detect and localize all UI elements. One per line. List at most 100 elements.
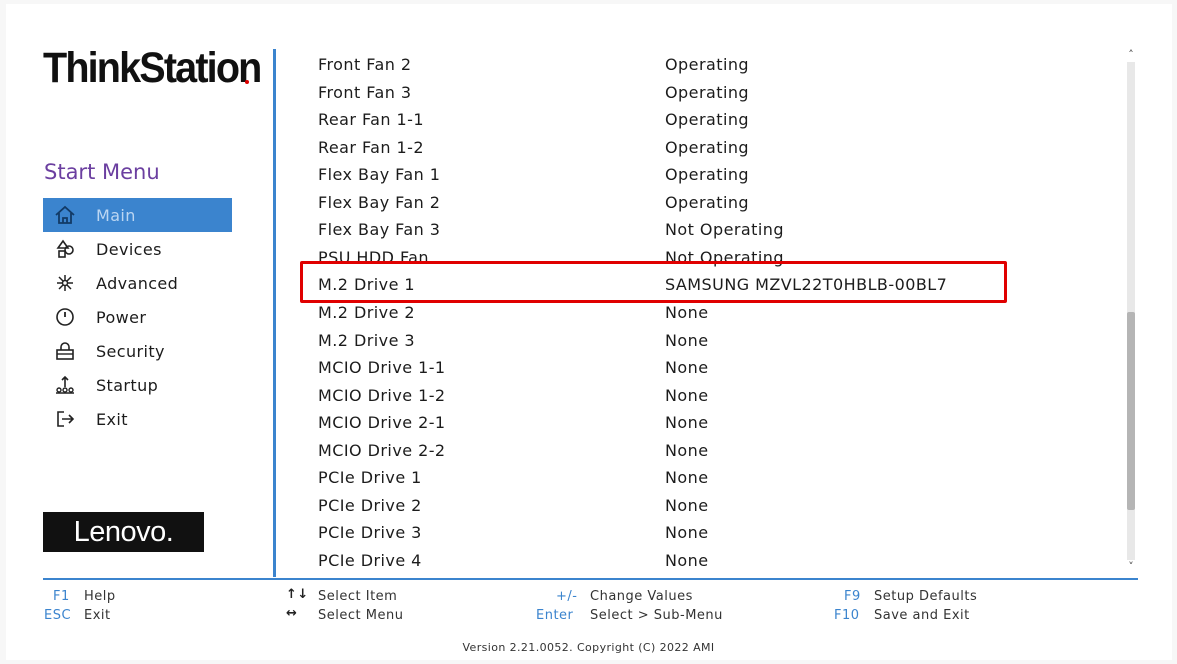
arrows-leftright-icon: ↔ [286, 606, 298, 621]
enter-key: Enter [536, 608, 574, 623]
sidebar-item-label: Power [96, 307, 147, 327]
submenu-label: Select > Sub-Menu [590, 608, 723, 623]
sidebar-item-advanced[interactable]: Advanced [43, 266, 232, 300]
setting-value: Operating [665, 192, 750, 212]
setting-label: MCIO Drive 2-1 [318, 413, 446, 433]
home-icon [52, 204, 78, 226]
setting-value: None [665, 302, 709, 322]
setting-label: Front Fan 2 [318, 55, 412, 74]
setting-label: MCIO Drive 1-2 [318, 385, 446, 405]
setting-row[interactable]: PCIe Drive 1 None [318, 464, 1118, 491]
setting-label: PCIe Drive 4 [318, 550, 422, 570]
setting-value: None [665, 523, 709, 543]
setting-label: PCIe Drive 1 [318, 468, 422, 488]
setting-row[interactable]: PCIe Drive 2 None [318, 492, 1118, 519]
setting-value: None [665, 495, 709, 515]
sidebar-item-label: Startup [96, 375, 159, 395]
setting-value: Operating [665, 55, 750, 74]
setting-label: M.2 Drive 2 [318, 302, 416, 322]
setting-value: None [665, 468, 709, 488]
setting-label: M.2 Drive 1 [318, 275, 416, 295]
sidebar-item-startup[interactable]: Startup [43, 368, 232, 402]
setting-row[interactable]: M.2 Drive 1 SAMSUNG MZVL22T0HBLB-00BL7 [318, 271, 1118, 298]
sidebar-item-main[interactable]: Main [43, 198, 232, 232]
setting-value: None [665, 330, 709, 350]
setting-row[interactable]: PCIe Drive 4 None [318, 547, 1118, 574]
f10-key: F10 [834, 608, 860, 623]
setting-value: None [665, 440, 709, 460]
advanced-icon [52, 272, 78, 294]
setting-value: SAMSUNG MZVL22T0HBLB-00BL7 [665, 275, 948, 295]
setting-label: MCIO Drive 2-2 [318, 440, 446, 460]
startup-icon [52, 374, 78, 396]
select-item-label: Select Item [318, 589, 398, 604]
setting-label: PSU HDD Fan [318, 247, 429, 267]
setting-label: Rear Fan 1-2 [318, 137, 425, 157]
scrollbar[interactable]: ˄ ˅ [1124, 48, 1138, 574]
sidebar-item-label: Main [96, 205, 136, 225]
exit-icon [52, 408, 78, 430]
setting-row[interactable]: MCIO Drive 1-1 None [318, 354, 1118, 381]
setting-value: Operating [665, 110, 750, 130]
thinkstation-logo: ThinkStation [43, 44, 262, 92]
setting-row[interactable]: MCIO Drive 1-2 None [318, 382, 1118, 409]
setting-label: Front Fan 3 [318, 82, 412, 102]
setting-value: Operating [665, 137, 750, 157]
setting-row[interactable]: Flex Bay Fan 2 Operating [318, 189, 1118, 216]
setup-defaults-label: Setup Defaults [874, 589, 978, 604]
version-text: Version 2.21.0052. Copyright (C) 2022 AM… [462, 641, 715, 654]
change-key: +/- [556, 589, 578, 604]
sidebar-item-label: Exit [96, 409, 128, 429]
help-label: Help [84, 589, 116, 604]
sidebar-item-devices[interactable]: Devices [43, 232, 232, 266]
setting-row[interactable]: M.2 Drive 3 None [318, 327, 1118, 354]
setting-value: None [665, 550, 709, 570]
setting-value: Not Operating [665, 247, 784, 267]
logo-dot [245, 80, 249, 84]
sidebar-item-label: Advanced [96, 273, 179, 293]
power-icon [52, 306, 78, 328]
scroll-down-icon[interactable]: ˅ [1124, 560, 1138, 574]
setting-value: None [665, 358, 709, 378]
footer-divider [43, 578, 1138, 580]
esc-label: Exit [84, 608, 111, 623]
setting-row[interactable]: PCIe Drive 3 None [318, 519, 1118, 546]
setting-row[interactable]: MCIO Drive 2-1 None [318, 409, 1118, 436]
setting-row[interactable]: PSU HDD Fan Not Operating [318, 244, 1118, 271]
setting-row[interactable]: Flex Bay Fan 3 Not Operating [318, 216, 1118, 243]
select-menu-label: Select Menu [318, 608, 404, 623]
setting-row[interactable]: Flex Bay Fan 1 Operating [318, 161, 1118, 188]
setting-label: PCIe Drive 2 [318, 495, 422, 515]
settings-list: Front Fan 2 Operating Front Fan 3 Operating… [318, 51, 1118, 575]
setting-row[interactable]: Rear Fan 1-2 Operating [318, 134, 1118, 161]
sidebar-nav: Main Devices Advanced Power Security Sta… [43, 198, 232, 436]
setting-value: Operating [665, 82, 750, 102]
scroll-thumb[interactable] [1127, 312, 1135, 510]
setting-row[interactable]: Front Fan 2 Operating [318, 51, 1118, 78]
setting-label: PCIe Drive 3 [318, 523, 422, 543]
setting-row[interactable]: Front Fan 3 Operating [318, 79, 1118, 106]
setting-label: M.2 Drive 3 [318, 330, 416, 350]
setting-label: Rear Fan 1-1 [318, 110, 425, 130]
change-values-label: Change Values [590, 589, 693, 604]
vertical-divider [273, 49, 276, 577]
setting-row[interactable]: Rear Fan 1-1 Operating [318, 106, 1118, 133]
scroll-up-icon[interactable]: ˄ [1124, 48, 1138, 62]
lenovo-logo: Lenovo. [43, 512, 204, 552]
sidebar-item-label: Security [96, 341, 165, 361]
sidebar-item-security[interactable]: Security [43, 334, 232, 368]
setting-value: None [665, 413, 709, 433]
sidebar-item-power[interactable]: Power [43, 300, 232, 334]
setting-label: Flex Bay Fan 3 [318, 220, 441, 240]
esc-key: ESC [44, 608, 72, 623]
save-exit-label: Save and Exit [874, 608, 970, 623]
setting-row[interactable]: M.2 Drive 2 None [318, 299, 1118, 326]
security-icon [52, 340, 78, 362]
setting-value: Operating [665, 165, 750, 185]
setting-row[interactable]: MCIO Drive 2-2 None [318, 437, 1118, 464]
sidebar-item-exit[interactable]: Exit [43, 402, 232, 436]
sidebar-item-label: Devices [96, 239, 162, 259]
help-key: F1 [53, 589, 70, 604]
setting-label: Flex Bay Fan 2 [318, 192, 441, 212]
setting-value: Not Operating [665, 220, 784, 240]
